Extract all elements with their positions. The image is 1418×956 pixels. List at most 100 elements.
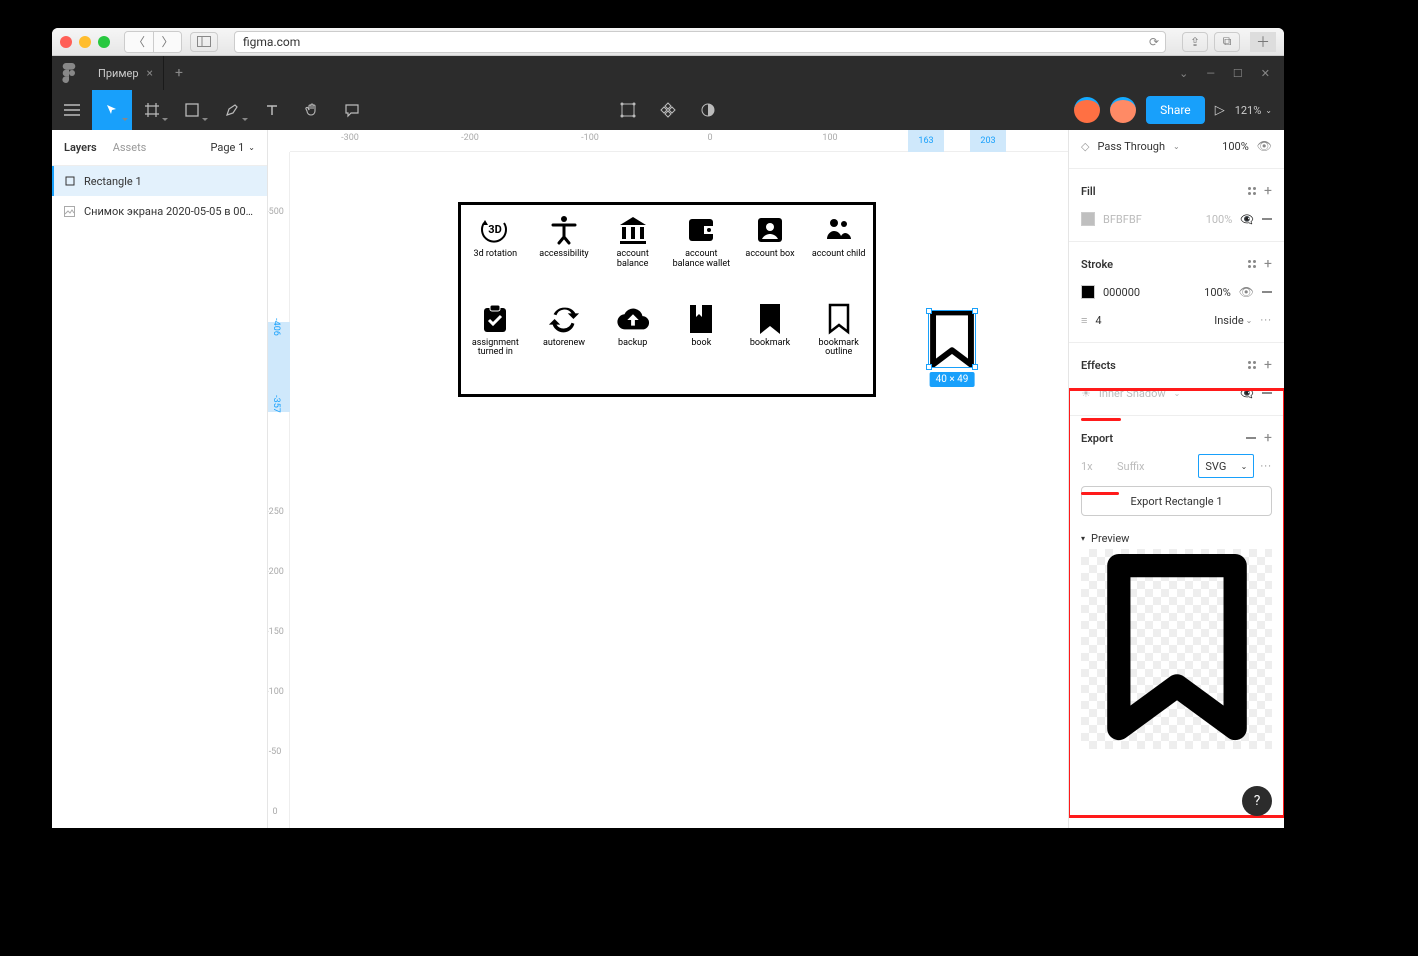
- icon-label: bookmark: [750, 339, 790, 349]
- add-fill-button[interactable]: +: [1264, 183, 1272, 199]
- traffic-lights: [60, 36, 110, 48]
- resize-handle[interactable]: [926, 364, 932, 370]
- rectangle-icon: [64, 176, 76, 186]
- tabs-icon[interactable]: ⧉: [1214, 32, 1240, 52]
- selected-bookmark-shape[interactable]: 40 × 49: [928, 310, 976, 368]
- effect-settings-icon[interactable]: ☀: [1081, 387, 1091, 400]
- comment-tool[interactable]: [332, 90, 372, 130]
- window-minimize-icon[interactable]: —: [1206, 67, 1215, 80]
- export-size[interactable]: 1x: [1081, 460, 1111, 473]
- sidebar-toggle-icon[interactable]: [190, 32, 218, 52]
- shape-tool[interactable]: [172, 90, 212, 130]
- layer-row[interactable]: Снимок экрана 2020-05-05 в 00.…: [52, 196, 267, 226]
- help-button[interactable]: ?: [1242, 786, 1272, 816]
- frame-tool[interactable]: [132, 90, 172, 130]
- export-button[interactable]: Export Rectangle 1: [1081, 486, 1272, 516]
- style-icon[interactable]: [1248, 187, 1256, 195]
- stroke-weight-icon: ≡: [1081, 314, 1087, 327]
- tab-assets[interactable]: Assets: [113, 141, 147, 154]
- add-effect-button[interactable]: +: [1264, 357, 1272, 373]
- export-more-icon[interactable]: ···: [1260, 460, 1272, 473]
- mask-icon[interactable]: [688, 90, 728, 130]
- resize-handle[interactable]: [972, 308, 978, 314]
- hidden-icon[interactable]: 👁‍🗨: [1240, 387, 1254, 400]
- fill-swatch[interactable]: [1081, 212, 1095, 226]
- remove-effect-button[interactable]: [1262, 392, 1272, 394]
- minimize-window-icon[interactable]: [79, 36, 91, 48]
- stroke-position[interactable]: Inside ⌄: [1214, 314, 1252, 327]
- address-bar[interactable]: figma.com ⟳: [234, 31, 1166, 53]
- page-select[interactable]: Page 1 ⌄: [211, 141, 256, 154]
- move-tool[interactable]: [92, 90, 132, 130]
- close-window-icon[interactable]: [60, 36, 72, 48]
- edit-object-icon[interactable]: [608, 90, 648, 130]
- stroke-more-icon[interactable]: ···: [1260, 314, 1272, 327]
- add-tab-button[interactable]: +: [164, 65, 194, 81]
- resize-handle[interactable]: [972, 364, 978, 370]
- icon-cell: account child: [804, 213, 873, 298]
- avatar-2[interactable]: [1110, 97, 1136, 123]
- hamburger-menu-icon[interactable]: [52, 90, 92, 130]
- stroke-swatch[interactable]: [1081, 285, 1095, 299]
- pen-tool[interactable]: [212, 90, 252, 130]
- svg-text:3D: 3D: [489, 223, 502, 236]
- bookmark-icon: [753, 302, 787, 336]
- canvas[interactable]: -300 -200 -100 0 100 163 203 -500 -406 -…: [268, 130, 1068, 828]
- stroke-opacity[interactable]: 100%: [1204, 286, 1231, 299]
- export-format-select[interactable]: SVG⌄: [1198, 454, 1254, 478]
- present-icon[interactable]: ▷: [1215, 103, 1225, 118]
- share-button[interactable]: Share: [1146, 96, 1205, 124]
- back-button[interactable]: 〈: [125, 32, 153, 52]
- icon-cell: assignment turned in: [461, 302, 530, 387]
- style-icon[interactable]: [1248, 260, 1256, 268]
- blend-mode[interactable]: Pass Through: [1097, 140, 1165, 153]
- autorenew-icon: [547, 302, 581, 336]
- file-tab[interactable]: Пример ×: [86, 56, 164, 90]
- layer-label: Снимок экрана 2020-05-05 в 00.…: [84, 205, 255, 218]
- toolbar-center: [608, 90, 728, 130]
- icon-label: backup: [618, 339, 647, 349]
- component-icon[interactable]: [648, 90, 688, 130]
- effect-type[interactable]: Inner Shadow: [1099, 387, 1166, 400]
- stroke-hex[interactable]: 000000: [1103, 286, 1140, 299]
- chevron-down-icon[interactable]: ⌄: [1179, 67, 1188, 80]
- remove-stroke-button[interactable]: [1262, 291, 1272, 293]
- share-icon[interactable]: ⇪: [1182, 32, 1208, 52]
- remove-fill-button[interactable]: [1262, 218, 1272, 220]
- accountchild-icon: [822, 213, 856, 247]
- remove-export-button[interactable]: [1246, 437, 1256, 439]
- tab-layers[interactable]: Layers: [64, 141, 97, 154]
- maximize-window-icon[interactable]: [98, 36, 110, 48]
- icon-label: account box: [745, 250, 794, 260]
- visible-icon[interactable]: 👁: [1239, 285, 1254, 299]
- toolbar-right: Share ▷ 121% ⌄: [1074, 96, 1284, 124]
- hidden-icon[interactable]: 👁‍🗨: [1240, 213, 1254, 226]
- style-icon[interactable]: [1248, 361, 1256, 369]
- new-tab-button[interactable]: ＋: [1250, 32, 1276, 52]
- forward-button[interactable]: 〉: [153, 32, 181, 52]
- fill-hex[interactable]: BFBFBF: [1103, 213, 1142, 226]
- window-maximize-icon[interactable]: ☐: [1233, 67, 1243, 80]
- layer-opacity[interactable]: 100%: [1222, 140, 1249, 153]
- wallet-icon: [684, 213, 718, 247]
- preview-toggle[interactable]: ▾ Preview: [1069, 524, 1284, 549]
- layer-row[interactable]: Rectangle 1: [52, 166, 267, 196]
- ruler-sel-end: 203: [970, 130, 1006, 152]
- text-tool[interactable]: [252, 90, 292, 130]
- avatar-1[interactable]: [1074, 97, 1100, 123]
- close-tab-icon[interactable]: ×: [147, 66, 153, 80]
- stroke-weight[interactable]: 4: [1095, 314, 1101, 327]
- window-close-icon[interactable]: ✕: [1261, 67, 1270, 80]
- add-stroke-button[interactable]: +: [1264, 256, 1272, 272]
- fill-opacity[interactable]: 100%: [1206, 213, 1233, 226]
- visible-icon[interactable]: 👁: [1257, 139, 1272, 153]
- zoom-select[interactable]: 121% ⌄: [1235, 104, 1272, 117]
- resize-handle[interactable]: [926, 308, 932, 314]
- hand-tool[interactable]: [292, 90, 332, 130]
- export-suffix[interactable]: Suffix: [1117, 460, 1192, 473]
- add-export-button[interactable]: +: [1264, 430, 1272, 446]
- assignment-icon: [478, 302, 512, 336]
- figma-logo-icon[interactable]: [52, 56, 86, 90]
- icon-label: account balance wallet: [671, 250, 731, 270]
- reload-icon[interactable]: ⟳: [1149, 35, 1159, 49]
